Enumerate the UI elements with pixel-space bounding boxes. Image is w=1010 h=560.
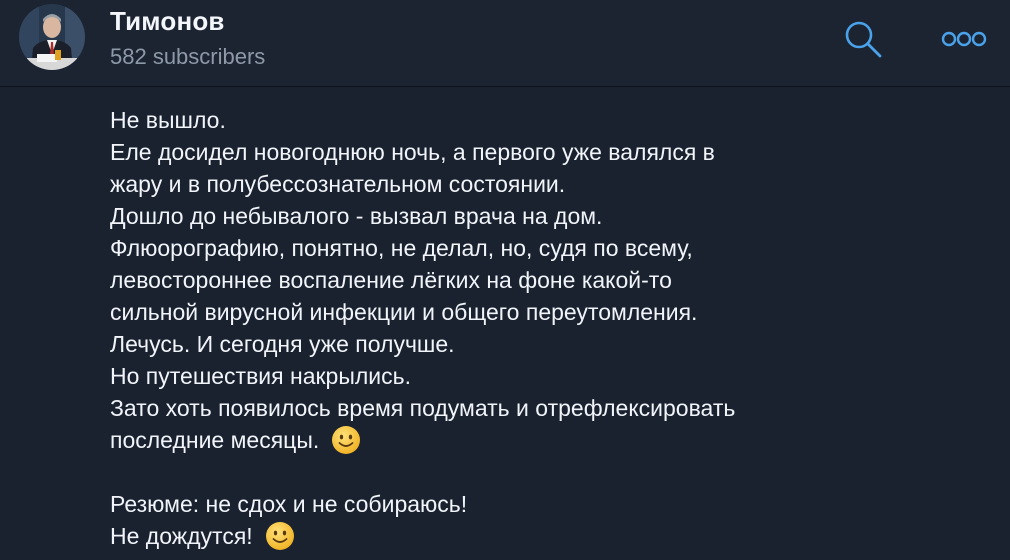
message-line: Дошло до небывалого - вызвал врача на до… (110, 203, 603, 229)
message-line: Зато хоть появилось время подумать и отр… (110, 395, 736, 421)
message-line: Флюорографию, понятно, не делал, но, суд… (110, 235, 693, 261)
slightly-smiling-face-emoji (265, 521, 294, 550)
message-line: Еле досидел новогоднюю ночь, а первого у… (110, 139, 715, 165)
message-line: левостороннее воспаление лёгких на фоне … (110, 267, 672, 293)
message-text: Не вышло. Еле досидел новогоднюю ночь, а… (110, 104, 970, 552)
message-line: Но путешествия накрылись. (110, 363, 412, 389)
more-options-icon (941, 31, 987, 47)
message-line: Лечусь. И сегодня уже получше. (110, 331, 455, 357)
message-line-with-emoji: последние месяцы. (110, 424, 970, 456)
message-line-with-emoji: Не дождутся! (110, 520, 970, 552)
message-line: последние месяцы. (110, 427, 320, 453)
channel-avatar[interactable] (19, 4, 85, 70)
search-icon (845, 21, 882, 58)
more-options-button[interactable] (938, 26, 990, 52)
message-line: Не вышло. (110, 107, 226, 133)
search-button[interactable] (842, 18, 884, 60)
message-line: сильной вирусной инфекции и общего переу… (110, 299, 698, 325)
avatar-image (19, 4, 85, 70)
chat-header: Тимонов 582 subscribers (0, 0, 1010, 87)
message-line: Резюме: не сдох и не собираюсь! (110, 491, 468, 517)
slightly-smiling-face-emoji (332, 425, 361, 454)
subscriber-count: 582 subscribers (110, 44, 266, 69)
message-line: жару и в полубессознательном состоянии. (110, 171, 566, 197)
channel-title: Тимонов (110, 6, 225, 36)
message-line: Не дождутся! (110, 523, 253, 549)
